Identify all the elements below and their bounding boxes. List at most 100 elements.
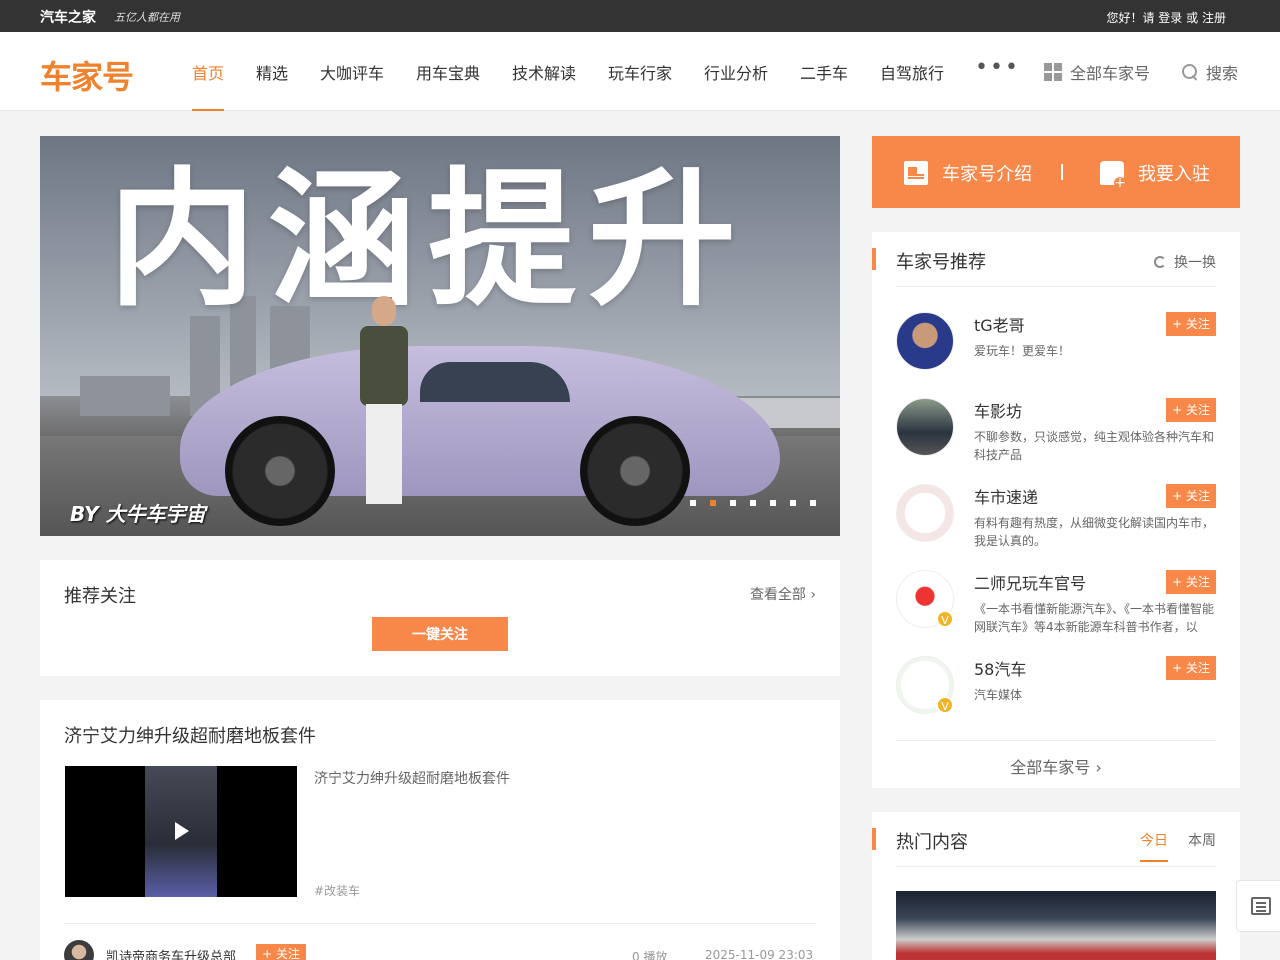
recommend-follow-card: 推荐关注 查看全部 › 一键关注	[40, 560, 840, 676]
hot-content-image[interactable]	[896, 891, 1216, 960]
video-thumbnail[interactable]	[65, 766, 297, 897]
avatar[interactable]	[896, 398, 954, 456]
follow-button[interactable]: + 关注	[1166, 398, 1216, 422]
hero-banner[interactable]: 内涵提升 BY 大牛车宇宙	[40, 136, 840, 536]
account-name[interactable]: 车市速递	[974, 484, 1038, 508]
carousel-dot[interactable]	[810, 500, 816, 506]
publish-time: 2025-11-09 23:03	[705, 948, 814, 960]
follow-all-button[interactable]: 一键关注	[372, 617, 508, 651]
nav-used-car[interactable]: 二手车	[800, 60, 848, 111]
see-all-link[interactable]: 查看全部 ›	[750, 584, 816, 604]
follow-button[interactable]: + 关注	[1166, 570, 1216, 594]
side-tool-button[interactable]	[1236, 880, 1280, 932]
account-bio: 不聊参数，只谈感觉，纯主观体验各种汽车和科技产品	[974, 430, 1215, 462]
nav-tech[interactable]: 技术解读	[512, 60, 576, 111]
account-item[interactable]: V 58汽车 汽车媒体 + 关注	[896, 656, 1216, 736]
play-icon	[175, 822, 189, 840]
banner-building	[80, 376, 170, 416]
all-chejiahao-panel-link[interactable]: 全部车家号 ›	[872, 754, 1240, 778]
slogan: 五亿人都在用	[114, 11, 180, 24]
banner-headline: 内涵提升	[108, 154, 748, 326]
search-button[interactable]: 搜索	[1182, 60, 1238, 84]
all-chejiahao-label: 全部车家号	[1070, 64, 1151, 83]
chejiahao-logo[interactable]: 车家号	[40, 52, 134, 98]
avatar[interactable]	[896, 312, 954, 370]
list-icon	[1251, 897, 1271, 915]
recommend-follow-title: 推荐关注	[64, 586, 136, 607]
banner-byline: BY 大牛车宇宙	[70, 502, 206, 526]
play-count: 0 播放	[632, 950, 668, 960]
chejiahao-intro-link[interactable]: 车家号介绍	[904, 160, 1032, 186]
panel-title: 车家号推荐	[896, 252, 986, 273]
tab-today[interactable]: 今日	[1140, 830, 1168, 862]
nav-car-guide[interactable]: 用车宝典	[416, 60, 480, 111]
all-chejiahao-link[interactable]: 全部车家号	[1044, 60, 1150, 84]
avatar[interactable]	[896, 484, 954, 542]
nav-enthusiast[interactable]: 玩车行家	[608, 60, 672, 111]
document-icon	[904, 161, 928, 185]
intro-bar: 车家号介绍 我要入驻	[872, 136, 1240, 208]
divider	[896, 286, 1216, 287]
banner-person	[358, 296, 410, 516]
separator	[1061, 164, 1063, 180]
nav-industry[interactable]: 行业分析	[704, 60, 768, 111]
account-name[interactable]: tG老哥	[974, 312, 1025, 336]
account-name[interactable]: 58汽车	[974, 656, 1026, 680]
carousel-dots	[690, 500, 830, 506]
search-icon	[1182, 64, 1198, 80]
more-menu-icon[interactable]: •••	[975, 55, 1020, 80]
verified-icon: V	[936, 696, 954, 714]
carousel-dot[interactable]	[730, 500, 736, 506]
account-item[interactable]: tG老哥 爱玩车！更爱车！ + 关注	[896, 312, 1216, 392]
article-desc[interactable]: 济宁艾力绅升级超耐磨地板套件	[314, 768, 510, 788]
carousel-dot-active[interactable]	[710, 500, 716, 506]
follow-author-button[interactable]: + 关注	[256, 944, 306, 960]
divider	[896, 866, 1216, 867]
join-link[interactable]: 我要入驻	[1100, 160, 1210, 189]
title-accent-bar	[872, 828, 876, 850]
carousel-dot[interactable]	[770, 500, 776, 506]
follow-button[interactable]: + 关注	[1166, 312, 1216, 336]
follow-button[interactable]: + 关注	[1166, 484, 1216, 508]
tab-week[interactable]: 本周	[1188, 830, 1216, 862]
account-bio: 《一本书看懂新能源汽车》、《一本书看懂智能网联汽车》等4本新能源车科普书作者，以	[974, 602, 1215, 634]
divider	[896, 740, 1216, 741]
carousel-dot[interactable]	[690, 500, 696, 506]
author-name[interactable]: 凯诗帝商务车升级总部	[106, 946, 236, 960]
follow-button[interactable]: + 关注	[1166, 656, 1216, 680]
article-title[interactable]: 济宁艾力绅升级超耐磨地板套件	[64, 722, 316, 748]
account-item[interactable]: V 二师兄玩车官号 《一本书看懂新能源汽车》、《一本书看懂智能网联汽车》等4本新…	[896, 570, 1216, 650]
grid-icon	[1044, 63, 1062, 81]
title-accent-bar	[872, 248, 876, 270]
carousel-dot[interactable]	[750, 500, 756, 506]
greeting-text: 您好！请	[1106, 11, 1155, 25]
verified-icon: V	[936, 610, 954, 628]
nav-expert-review[interactable]: 大咖评车	[320, 60, 384, 111]
user-links: 您好！请 登录 或 注册	[1106, 9, 1226, 26]
chevron-right-icon: ›	[810, 587, 816, 603]
hot-content-panel: 热门内容 今日 本周	[872, 812, 1240, 960]
register-link[interactable]: 注册	[1202, 11, 1226, 25]
login-link[interactable]: 登录	[1158, 11, 1182, 25]
carousel-dot[interactable]	[790, 500, 796, 506]
account-item[interactable]: 车影坊 不聊参数，只谈感觉，纯主观体验各种汽车和科技产品 + 关注	[896, 398, 1216, 478]
chejiahao-recommend-panel: 车家号推荐 换一换 tG老哥 爱玩车！更爱车！ + 关注 车影坊 不聊参数，只谈…	[872, 232, 1240, 788]
chevron-right-icon: ›	[1095, 758, 1102, 777]
nav-road-trip[interactable]: 自驾旅行	[880, 60, 944, 111]
or-text: 或	[1186, 11, 1199, 25]
account-item[interactable]: 车市速递 有料有趣有热度，从细微变化解读国内车市，我是认真的。 + 关注	[896, 484, 1216, 564]
autohome-brand[interactable]: 汽车之家	[40, 7, 96, 27]
article-tag[interactable]: #改装车	[314, 882, 360, 899]
nav-featured[interactable]: 精选	[256, 60, 288, 111]
panel-title: 热门内容	[896, 832, 968, 853]
account-name[interactable]: 车影坊	[974, 398, 1022, 422]
top-bar: 汽车之家 五亿人都在用 您好！请 登录 或 注册	[0, 0, 1280, 32]
account-name[interactable]: 二师兄玩车官号	[974, 570, 1086, 594]
refresh-button[interactable]: 换一换	[1154, 252, 1216, 272]
car-wheel	[225, 416, 335, 526]
account-bio: 有料有趣有热度，从细微变化解读国内车市，我是认真的。	[974, 516, 1215, 548]
car-wheel	[580, 416, 690, 526]
avatar[interactable]	[64, 940, 94, 960]
search-label: 搜索	[1206, 64, 1239, 83]
nav-home[interactable]: 首页	[192, 60, 225, 111]
